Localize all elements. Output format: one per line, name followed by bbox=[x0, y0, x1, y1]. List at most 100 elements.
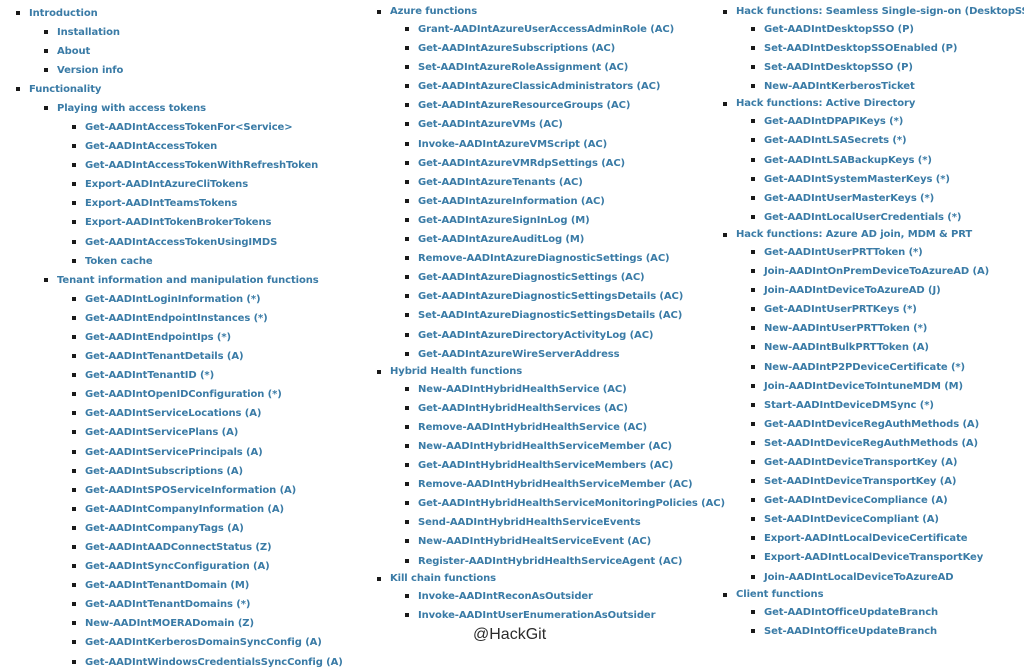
toc-link[interactable]: Remove-AADIntAzureDiagnosticSettings (AC… bbox=[405, 249, 725, 268]
toc-link[interactable]: Get-AADIntAzureClassicAdministrators (AC… bbox=[405, 77, 725, 96]
toc-link[interactable]: Get-AADIntKerberosDomainSyncConfig (A) bbox=[72, 633, 343, 652]
toc-link[interactable]: Get-AADIntAADConnectStatus (Z) bbox=[72, 538, 343, 557]
toc-link[interactable]: Get-AADIntServicePrincipals (A) bbox=[72, 443, 343, 462]
toc-link[interactable]: Get-AADIntAzureDiagnosticSettings (AC) bbox=[405, 268, 725, 287]
toc-link-azure-functions[interactable]: Azure functions bbox=[377, 4, 725, 20]
toc-link[interactable]: Export-AADIntLocalDeviceCertificate bbox=[751, 529, 1024, 548]
toc-link[interactable]: Get-AADIntTenantDetails (A) bbox=[72, 347, 343, 366]
toc-link[interactable]: Set-AADIntDeviceCompliant (A) bbox=[751, 510, 1024, 529]
toc-link[interactable]: Set-AADIntDesktopSSO (P) bbox=[751, 58, 1024, 77]
toc-link[interactable]: Get-AADIntTenantID (*) bbox=[72, 366, 343, 385]
toc-link[interactable]: New-AADIntHybridHealthService (AC) bbox=[405, 380, 725, 399]
toc-link[interactable]: Get-AADIntCompanyInformation (A) bbox=[72, 500, 343, 519]
toc-link[interactable]: New-AADIntHybridHealtServiceEvent (AC) bbox=[405, 532, 725, 551]
toc-link[interactable]: Export-AADIntTeamsTokens bbox=[72, 194, 343, 213]
toc-link[interactable]: New-AADIntHybridHealthServiceMember (AC) bbox=[405, 437, 725, 456]
toc-link[interactable]: Get-AADIntAccessTokenUsingIMDS bbox=[72, 233, 343, 252]
toc-link[interactable]: Get-AADIntEndpointInstances (*) bbox=[72, 309, 343, 328]
toc-link[interactable]: Get-AADIntLocalUserCredentials (*) bbox=[751, 208, 1024, 227]
toc-link-introduction[interactable]: Introduction bbox=[16, 4, 343, 23]
toc-link[interactable]: Get-AADIntDPAPIKeys (*) bbox=[751, 112, 1024, 131]
toc-link[interactable]: Set-AADIntDeviceRegAuthMethods (A) bbox=[751, 434, 1024, 453]
toc-link[interactable]: Get-AADIntOpenIDConfiguration (*) bbox=[72, 385, 343, 404]
toc-link[interactable]: About bbox=[44, 42, 343, 61]
toc-link[interactable]: Export-AADIntTokenBrokerTokens bbox=[72, 213, 343, 232]
toc-link[interactable]: Join-AADIntDeviceToIntuneMDM (M) bbox=[751, 377, 1024, 396]
toc-link[interactable]: Invoke-AADIntAzureVMScript (AC) bbox=[405, 135, 725, 154]
toc-link[interactable]: Get-AADIntLSABackupKeys (*) bbox=[751, 151, 1024, 170]
toc-link[interactable]: Register-AADIntHybridHealthServiceAgent … bbox=[405, 552, 725, 571]
toc-link[interactable]: Get-AADIntOfficeUpdateBranch bbox=[751, 603, 1024, 622]
toc-link[interactable]: Export-AADIntLocalDeviceTransportKey bbox=[751, 548, 1024, 567]
toc-link[interactable]: Get-AADIntLoginInformation (*) bbox=[72, 290, 343, 309]
toc-link[interactable]: Set-AADIntDesktopSSOEnabled (P) bbox=[751, 39, 1024, 58]
toc-link[interactable]: Get-AADIntAzureVMs (AC) bbox=[405, 115, 725, 134]
toc-link[interactable]: Set-AADIntAzureDiagnosticSettingsDetails… bbox=[405, 306, 725, 325]
toc-link[interactable]: Get-AADIntCompanyTags (A) bbox=[72, 519, 343, 538]
toc-link[interactable]: Get-AADIntUserPRTToken (*) bbox=[751, 243, 1024, 262]
toc-link[interactable]: Get-AADIntUserPRTKeys (*) bbox=[751, 300, 1024, 319]
toc-link[interactable]: Set-AADIntDeviceTransportKey (A) bbox=[751, 472, 1024, 491]
toc-link[interactable]: Start-AADIntDeviceDMSync (*) bbox=[751, 396, 1024, 415]
toc-link[interactable]: New-AADIntKerberosTicket bbox=[751, 77, 1024, 96]
toc-link[interactable]: Get-AADIntTenantDomains (*) bbox=[72, 595, 343, 614]
toc-link[interactable]: Get-AADIntHybridHealthServiceMonitoringP… bbox=[405, 494, 725, 513]
toc-link[interactable]: Version info bbox=[44, 61, 343, 80]
toc-link[interactable]: Token cache bbox=[72, 252, 343, 271]
toc-link-tenant-functions[interactable]: Tenant information and manipulation func… bbox=[44, 271, 343, 290]
toc-link[interactable]: Invoke-AADIntReconAsOutsider bbox=[405, 587, 725, 606]
toc-link[interactable]: Set-AADIntAzureRoleAssignment (AC) bbox=[405, 58, 725, 77]
toc-link[interactable]: Get-AADIntUserMasterKeys (*) bbox=[751, 189, 1024, 208]
toc-link[interactable]: Get-AADIntAzureDirectoryActivityLog (AC) bbox=[405, 326, 725, 345]
toc-link[interactable]: Get-AADIntDeviceRegAuthMethods (A) bbox=[751, 415, 1024, 434]
toc-link[interactable]: New-AADIntP2PDeviceCertificate (*) bbox=[751, 358, 1024, 377]
toc-link[interactable]: Get-AADIntAzureResourceGroups (AC) bbox=[405, 96, 725, 115]
toc-link[interactable]: Get-AADIntDesktopSSO (P) bbox=[751, 20, 1024, 39]
toc-link[interactable]: New-AADIntUserPRTToken (*) bbox=[751, 319, 1024, 338]
toc-link[interactable]: Get-AADIntAccessTokenWithRefreshToken bbox=[72, 156, 343, 175]
toc-link[interactable]: Get-AADIntAccessTokenFor<Service> bbox=[72, 118, 343, 137]
toc-link[interactable]: Get-AADIntHybridHealthServices (AC) bbox=[405, 399, 725, 418]
toc-link-desktop-sso[interactable]: Hack functions: Seamless Single-sign-on … bbox=[723, 4, 1024, 20]
toc-link-client-functions[interactable]: Client functions bbox=[723, 587, 1024, 603]
toc-link[interactable]: Get-AADIntAzureDiagnosticSettingsDetails… bbox=[405, 287, 725, 306]
toc-link[interactable]: Get-AADIntDeviceTransportKey (A) bbox=[751, 453, 1024, 472]
toc-link[interactable]: Get-AADIntSPOServiceInformation (A) bbox=[72, 481, 343, 500]
toc-link[interactable]: Set-AADIntOfficeUpdateBranch bbox=[751, 622, 1024, 641]
toc-link[interactable]: Get-AADIntServicePlans (A) bbox=[72, 423, 343, 442]
toc-link[interactable]: Send-AADIntHybridHealthServiceEvents bbox=[405, 513, 725, 532]
toc-link[interactable]: Get-AADIntSubscriptions (A) bbox=[72, 462, 343, 481]
toc-link[interactable]: Get-AADIntAzureInformation (AC) bbox=[405, 192, 725, 211]
toc-link[interactable]: Get-AADIntTenantDomain (M) bbox=[72, 576, 343, 595]
toc-link[interactable]: Get-AADIntAzureWireServerAddress bbox=[405, 345, 725, 364]
toc-link[interactable]: Remove-AADIntHybridHealthService (AC) bbox=[405, 418, 725, 437]
toc-link[interactable]: Get-AADIntServiceLocations (A) bbox=[72, 404, 343, 423]
toc-link-active-directory[interactable]: Hack functions: Active Directory bbox=[723, 96, 1024, 112]
toc-link[interactable]: Get-AADIntAccessToken bbox=[72, 137, 343, 156]
toc-link[interactable]: Join-AADIntLocalDeviceToAzureAD bbox=[751, 568, 1024, 587]
toc-link[interactable]: Join-AADIntOnPremDeviceToAzureAD (A) bbox=[751, 262, 1024, 281]
toc-link-access-tokens[interactable]: Playing with access tokens bbox=[44, 99, 343, 118]
toc-link[interactable]: Get-AADIntLSASecrets (*) bbox=[751, 131, 1024, 150]
toc-link-functionality[interactable]: Functionality bbox=[16, 80, 343, 99]
toc-link[interactable]: Invoke-AADIntUserEnumerationAsOutsider bbox=[405, 606, 725, 625]
toc-link[interactable]: Join-AADIntDeviceToAzureAD (J) bbox=[751, 281, 1024, 300]
toc-link[interactable]: Remove-AADIntHybridHealthServiceMember (… bbox=[405, 475, 725, 494]
toc-link[interactable]: Grant-AADIntAzureUserAccessAdminRole (AC… bbox=[405, 20, 725, 39]
toc-link[interactable]: Get-AADIntAzureVMRdpSettings (AC) bbox=[405, 154, 725, 173]
toc-link-kill-chain[interactable]: Kill chain functions bbox=[377, 571, 725, 587]
toc-link[interactable]: Get-AADIntAzureSignInLog (M) bbox=[405, 211, 725, 230]
toc-link[interactable]: Get-AADIntEndpointIps (*) bbox=[72, 328, 343, 347]
toc-link[interactable]: Get-AADIntSystemMasterKeys (*) bbox=[751, 170, 1024, 189]
toc-link-hybrid-health[interactable]: Hybrid Health functions bbox=[377, 364, 725, 380]
toc-link-azure-ad-join[interactable]: Hack functions: Azure AD join, MDM & PRT bbox=[723, 227, 1024, 243]
toc-link[interactable]: Get-AADIntDeviceCompliance (A) bbox=[751, 491, 1024, 510]
toc-link[interactable]: Get-AADIntSyncConfiguration (A) bbox=[72, 557, 343, 576]
toc-link[interactable]: Get-AADIntWindowsCredentialsSyncConfig (… bbox=[72, 653, 343, 672]
toc-link[interactable]: Get-AADIntHybridHealthServiceMembers (AC… bbox=[405, 456, 725, 475]
toc-link[interactable]: Get-AADIntAzureTenants (AC) bbox=[405, 173, 725, 192]
toc-link[interactable]: New-AADIntBulkPRTToken (A) bbox=[751, 338, 1024, 357]
toc-link[interactable]: New-AADIntMOERADomain (Z) bbox=[72, 614, 343, 633]
toc-link[interactable]: Get-AADIntAzureAuditLog (M) bbox=[405, 230, 725, 249]
toc-link[interactable]: Get-AADIntAzureSubscriptions (AC) bbox=[405, 39, 725, 58]
